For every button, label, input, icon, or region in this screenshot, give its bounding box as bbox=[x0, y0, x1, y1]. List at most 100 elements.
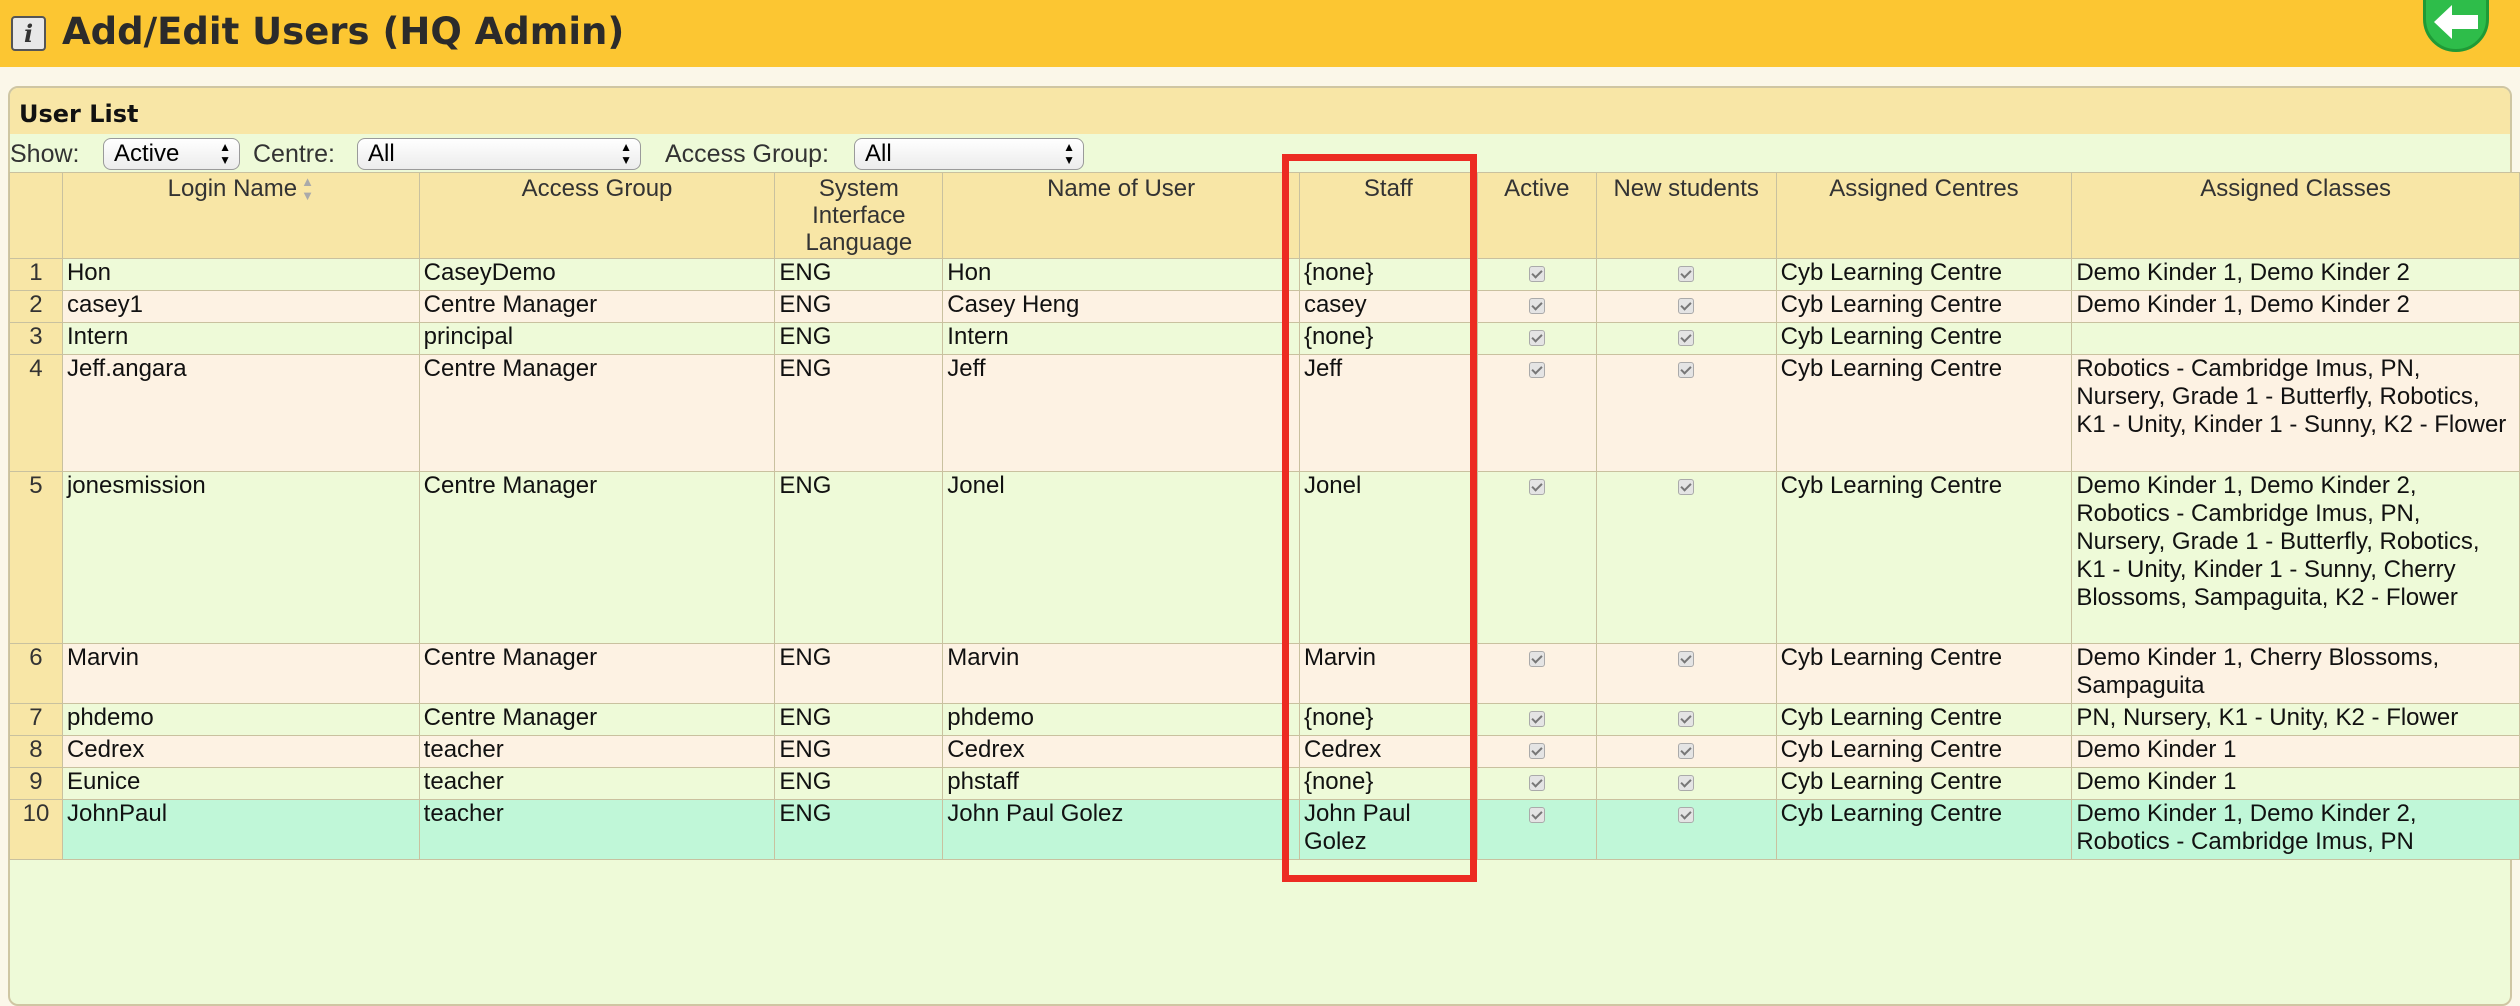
info-icon[interactable]: i bbox=[11, 16, 46, 51]
col-header-name-of-user[interactable]: Name of User bbox=[942, 172, 1300, 259]
table-row[interactable]: 10 JohnPaul teacher ENG John Paul Golez John … bbox=[9, 799, 2520, 860]
language-cell: ENG bbox=[774, 735, 944, 768]
col-header-active[interactable]: Active bbox=[1476, 172, 1597, 259]
col-header-login-name[interactable]: Login Name ▲ ▼ bbox=[61, 172, 420, 259]
arrow-left-icon bbox=[2434, 5, 2478, 39]
new-students-checkbox bbox=[1595, 322, 1777, 355]
access-group-select[interactable]: All ▲ ▼ bbox=[854, 138, 1084, 170]
show-select[interactable]: Active ▲ ▼ bbox=[103, 138, 240, 170]
centre-select[interactable]: All ▲ ▼ bbox=[357, 138, 641, 170]
new-students-checkbox bbox=[1595, 767, 1777, 800]
staff-cell: Jonel bbox=[1298, 471, 1478, 644]
table-row[interactable]: 1 Hon CaseyDemo ENG Hon {none} Cyb Learning Ce… bbox=[9, 258, 2520, 291]
table-row[interactable]: 9 Eunice teacher ENG phstaff {none} Cyb Learni… bbox=[9, 767, 2520, 800]
access-group-cell: teacher bbox=[418, 735, 776, 768]
checkbox-checked-icon[interactable] bbox=[1528, 266, 1545, 282]
checkbox-checked-icon[interactable] bbox=[1528, 743, 1545, 759]
col-header-access-group[interactable]: Access Group bbox=[418, 172, 776, 259]
table-row[interactable]: 7 phdemo Centre Manager ENG phdemo {none} Cyb … bbox=[9, 703, 2520, 736]
assigned-centres-cell: Cyb Learning Centre bbox=[1775, 767, 2073, 800]
name-of-user-cell: John Paul Golez bbox=[942, 799, 1300, 860]
active-checkbox bbox=[1476, 258, 1597, 291]
assigned-centres-cell: Cyb Learning Centre bbox=[1775, 735, 2073, 768]
checkbox-checked-icon[interactable] bbox=[1678, 711, 1695, 727]
col-header-new-students[interactable]: New students bbox=[1595, 172, 1777, 259]
show-label: Show: bbox=[10, 140, 80, 168]
login-name-cell: JohnPaul bbox=[61, 799, 420, 860]
row-number: 8 bbox=[9, 735, 63, 768]
active-checkbox bbox=[1476, 643, 1597, 704]
row-number: 5 bbox=[9, 471, 63, 644]
row-number: 4 bbox=[9, 354, 63, 472]
checkbox-checked-icon[interactable] bbox=[1528, 298, 1545, 314]
new-students-checkbox bbox=[1595, 799, 1777, 860]
staff-cell: Jeff bbox=[1298, 354, 1478, 472]
checkbox-checked-icon[interactable] bbox=[1678, 266, 1695, 282]
checkbox-checked-icon[interactable] bbox=[1678, 362, 1695, 378]
users-table: Login Name ▲ ▼ Access Group System Interfa… bbox=[9, 172, 2520, 860]
checkbox-checked-icon[interactable] bbox=[1678, 298, 1695, 314]
assigned-classes-cell: Demo Kinder 1, Demo Kinder 2 bbox=[2071, 290, 2520, 323]
checkbox-checked-icon[interactable] bbox=[1528, 651, 1545, 667]
assigned-centres-cell: Cyb Learning Centre bbox=[1775, 703, 2073, 736]
new-students-checkbox bbox=[1595, 703, 1777, 736]
access-group-cell: Centre Manager bbox=[418, 354, 776, 472]
access-group-cell: teacher bbox=[418, 767, 776, 800]
col-header-assigned-classes[interactable]: Assigned Classes bbox=[2071, 172, 2520, 259]
staff-cell: {none} bbox=[1298, 258, 1478, 291]
checkbox-checked-icon[interactable] bbox=[1528, 807, 1545, 823]
assigned-classes-cell: PN, Nursery, K1 - Unity, K2 - Flower bbox=[2071, 703, 2520, 736]
checkbox-checked-icon[interactable] bbox=[1678, 330, 1695, 346]
row-number: 7 bbox=[9, 703, 63, 736]
sort-icon[interactable]: ▲ ▼ bbox=[301, 175, 314, 203]
name-of-user-cell: Intern bbox=[942, 322, 1300, 355]
row-number: 9 bbox=[9, 767, 63, 800]
login-name-cell: Marvin bbox=[61, 643, 420, 704]
col-header-staff[interactable]: Staff bbox=[1298, 172, 1478, 259]
row-number: 3 bbox=[9, 322, 63, 355]
assigned-centres-cell: Cyb Learning Centre bbox=[1775, 354, 2073, 472]
access-group-cell: Centre Manager bbox=[418, 471, 776, 644]
checkbox-checked-icon[interactable] bbox=[1678, 743, 1695, 759]
login-name-cell: Jeff.angara bbox=[61, 354, 420, 472]
checkbox-checked-icon[interactable] bbox=[1528, 362, 1545, 378]
col-header-language[interactable]: System Interface Language bbox=[774, 172, 944, 259]
table-row[interactable]: 4 Jeff.angara Centre Manager ENG Jeff Jeff Cyb… bbox=[9, 354, 2520, 472]
checkbox-checked-icon[interactable] bbox=[1528, 775, 1545, 791]
checkbox-checked-icon[interactable] bbox=[1528, 711, 1545, 727]
checkbox-checked-icon[interactable] bbox=[1528, 479, 1545, 495]
new-students-checkbox bbox=[1595, 354, 1777, 472]
col-header-assigned-centres[interactable]: Assigned Centres bbox=[1775, 172, 2073, 259]
login-name-cell: jonesmission bbox=[61, 471, 420, 644]
checkbox-checked-icon[interactable] bbox=[1678, 775, 1695, 791]
top-bar: i Add/Edit Users (HQ Admin) bbox=[0, 0, 2520, 67]
name-of-user-cell: Cedrex bbox=[942, 735, 1300, 768]
language-cell: ENG bbox=[774, 799, 944, 860]
table-row[interactable]: 2 casey1 Centre Manager ENG Casey Heng casey C… bbox=[9, 290, 2520, 323]
assigned-centres-cell: Cyb Learning Centre bbox=[1775, 322, 2073, 355]
assigned-classes-cell: Robotics - Cambridge Imus, PN, Nursery, … bbox=[2071, 354, 2520, 472]
checkbox-checked-icon[interactable] bbox=[1678, 807, 1695, 823]
table-row[interactable]: 5 jonesmission Centre Manager ENG Jonel Jonel… bbox=[9, 471, 2520, 644]
assigned-classes-cell: Demo Kinder 1, Demo Kinder 2, Robotics -… bbox=[2071, 799, 2520, 860]
new-students-checkbox bbox=[1595, 290, 1777, 323]
row-number: 1 bbox=[9, 258, 63, 291]
table-row[interactable]: 6 Marvin Centre Manager ENG Marvin Marvin Cyb … bbox=[9, 643, 2520, 704]
back-button[interactable] bbox=[2423, 0, 2489, 52]
checkbox-checked-icon[interactable] bbox=[1678, 479, 1695, 495]
access-group-cell: Centre Manager bbox=[418, 703, 776, 736]
panel-title: User List bbox=[10, 88, 2510, 134]
row-number: 2 bbox=[9, 290, 63, 323]
table-row[interactable]: 8 Cedrex teacher ENG Cedrex Cedrex Cyb Learnin… bbox=[9, 735, 2520, 768]
assigned-classes-cell: Demo Kinder 1 bbox=[2071, 767, 2520, 800]
access-group-cell: CaseyDemo bbox=[418, 258, 776, 291]
active-checkbox bbox=[1476, 703, 1597, 736]
checkbox-checked-icon[interactable] bbox=[1528, 330, 1545, 346]
new-students-checkbox bbox=[1595, 471, 1777, 644]
checkbox-checked-icon[interactable] bbox=[1678, 651, 1695, 667]
access-group-cell: principal bbox=[418, 322, 776, 355]
name-of-user-cell: Marvin bbox=[942, 643, 1300, 704]
language-cell: ENG bbox=[774, 322, 944, 355]
table-row[interactable]: 3 Intern principal ENG Intern {none} Cyb Learn… bbox=[9, 322, 2520, 355]
col-header-index bbox=[9, 172, 63, 259]
